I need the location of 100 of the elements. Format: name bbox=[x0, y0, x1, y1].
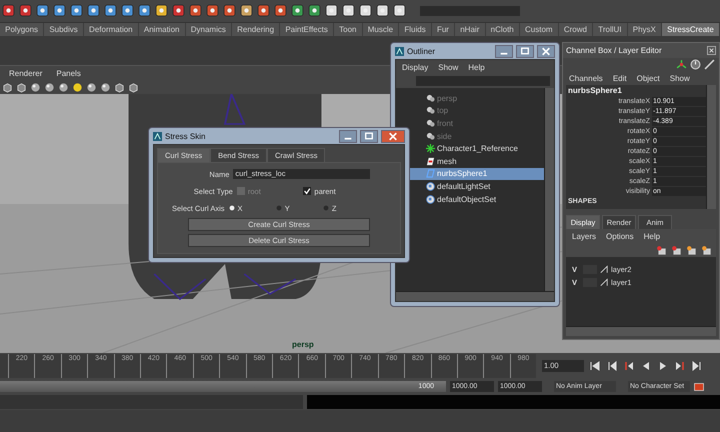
shelf-tab[interactable]: Custom bbox=[520, 22, 558, 36]
shelf-tab[interactable]: Crowd bbox=[558, 22, 592, 36]
tool-icon[interactable] bbox=[121, 4, 134, 18]
tool-icon[interactable] bbox=[257, 4, 270, 18]
menu-item[interactable]: Edit bbox=[612, 74, 627, 82]
close-icon[interactable] bbox=[707, 46, 716, 55]
light-icon[interactable] bbox=[72, 82, 83, 93]
sphere-icon[interactable] bbox=[86, 82, 97, 93]
pen-icon[interactable] bbox=[704, 59, 715, 70]
menu-item[interactable]: Object bbox=[636, 74, 660, 82]
key-forward-icon[interactable] bbox=[675, 360, 685, 371]
set-icon bbox=[426, 194, 435, 204]
menu-item[interactable]: Renderer bbox=[9, 68, 42, 78]
step-forward-icon[interactable] bbox=[692, 360, 702, 371]
tool-icon[interactable] bbox=[393, 4, 406, 18]
shelf-tab[interactable]: Toon bbox=[334, 22, 362, 36]
radio-button[interactable] bbox=[276, 205, 282, 211]
menu-item[interactable]: Help bbox=[468, 62, 485, 72]
camera-icon bbox=[426, 106, 435, 116]
shelf-tab[interactable]: PhysX bbox=[628, 22, 662, 36]
window-title: Outliner bbox=[407, 46, 436, 56]
menu-item[interactable]: Channels bbox=[569, 74, 603, 82]
play-icon[interactable] bbox=[658, 360, 668, 371]
shelf-tab[interactable]: Polygons bbox=[0, 22, 44, 36]
scrollbar[interactable] bbox=[566, 326, 716, 336]
tool-icon[interactable] bbox=[206, 4, 219, 18]
menu-item[interactable]: Options bbox=[606, 232, 634, 240]
tool-icon[interactable] bbox=[240, 4, 253, 18]
tool-icon[interactable] bbox=[308, 4, 321, 18]
menu-item[interactable]: Show bbox=[670, 74, 690, 82]
tool-icon[interactable] bbox=[53, 4, 66, 18]
scrollbar[interactable] bbox=[544, 88, 554, 291]
close-icon[interactable] bbox=[381, 130, 405, 142]
tool-icon[interactable] bbox=[172, 4, 185, 18]
tool-icon[interactable] bbox=[325, 4, 338, 18]
cube-icon[interactable] bbox=[2, 82, 13, 93]
tool-icon[interactable] bbox=[223, 4, 236, 18]
layer-icon[interactable] bbox=[656, 244, 667, 256]
tool-icon[interactable] bbox=[104, 4, 117, 18]
filter-field[interactable] bbox=[416, 76, 550, 86]
menu-item[interactable]: Panels bbox=[56, 68, 81, 78]
tool-icon[interactable] bbox=[36, 4, 49, 18]
skip-back-icon[interactable] bbox=[590, 360, 600, 371]
shelf-tab[interactable]: Fluids bbox=[399, 22, 431, 36]
radio-button[interactable] bbox=[322, 205, 329, 211]
scrollbar[interactable] bbox=[396, 291, 554, 301]
tool-icon[interactable] bbox=[342, 4, 355, 18]
shelf-tab[interactable]: Muscle bbox=[362, 22, 398, 36]
minimize-icon[interactable] bbox=[339, 130, 357, 142]
tool-icon[interactable] bbox=[359, 4, 372, 18]
axis-icon[interactable] bbox=[676, 59, 687, 70]
layer-icon[interactable] bbox=[671, 244, 682, 256]
radio-button[interactable] bbox=[228, 205, 235, 211]
shelf-tab[interactable]: Fur bbox=[432, 22, 454, 36]
tool-icon[interactable] bbox=[70, 4, 83, 18]
shelf-tab[interactable]: nHair bbox=[455, 22, 484, 36]
shelf-tab[interactable]: Rendering bbox=[232, 22, 280, 36]
menu-item[interactable]: Show bbox=[438, 62, 458, 72]
tool-icon[interactable] bbox=[189, 4, 202, 18]
window-title: Stress Skin bbox=[165, 132, 206, 140]
tool-icon[interactable] bbox=[376, 4, 389, 18]
sphere-icon[interactable] bbox=[100, 82, 111, 93]
tool-icon[interactable] bbox=[138, 4, 151, 18]
cube-icon[interactable] bbox=[114, 82, 125, 93]
maximize-icon[interactable] bbox=[516, 44, 534, 58]
shelf-tab[interactable]: Animation bbox=[138, 22, 185, 36]
key-back-icon[interactable] bbox=[624, 360, 634, 371]
sphere-icon[interactable] bbox=[44, 82, 55, 93]
step-back-icon[interactable] bbox=[607, 360, 617, 371]
shelf-tab[interactable]: TrollUI bbox=[593, 22, 627, 36]
tool-icon[interactable] bbox=[19, 4, 32, 18]
mesh-icon bbox=[426, 156, 435, 166]
tool-icon[interactable] bbox=[155, 4, 168, 18]
shelf-tab[interactable]: Subdivs bbox=[44, 22, 83, 36]
menu-item[interactable]: Layers bbox=[572, 232, 596, 240]
tool-icon[interactable] bbox=[291, 4, 304, 18]
cube-icon[interactable] bbox=[16, 82, 27, 93]
shelf-tab[interactable]: PaintEffects bbox=[280, 22, 333, 36]
play-back-icon[interactable] bbox=[641, 360, 651, 371]
command-field[interactable] bbox=[420, 6, 520, 16]
sphere-icon[interactable] bbox=[30, 82, 41, 93]
checkbox[interactable] bbox=[303, 187, 312, 195]
tool-icon[interactable] bbox=[274, 4, 287, 18]
shelf-tab[interactable]: StressCreate bbox=[662, 22, 719, 36]
shelf-tab[interactable]: Deformation bbox=[84, 22, 138, 36]
layer-icon[interactable] bbox=[686, 244, 697, 256]
shelf-tab[interactable]: Dynamics bbox=[186, 22, 231, 36]
sphere-icon[interactable] bbox=[58, 82, 69, 93]
shelf-tab[interactable]: nCloth bbox=[486, 22, 519, 36]
minimize-icon[interactable] bbox=[495, 44, 513, 58]
menu-item[interactable]: Display bbox=[402, 62, 428, 72]
scrollbar[interactable] bbox=[706, 85, 716, 209]
menu-item[interactable]: Help bbox=[644, 232, 660, 240]
maximize-icon[interactable] bbox=[360, 130, 378, 142]
tool-icon[interactable] bbox=[2, 4, 15, 18]
tool-icon[interactable] bbox=[87, 4, 100, 18]
layer-icon[interactable] bbox=[701, 244, 712, 256]
clock-icon[interactable] bbox=[690, 59, 701, 70]
close-icon[interactable] bbox=[537, 44, 555, 58]
cube-icon[interactable] bbox=[128, 82, 139, 93]
